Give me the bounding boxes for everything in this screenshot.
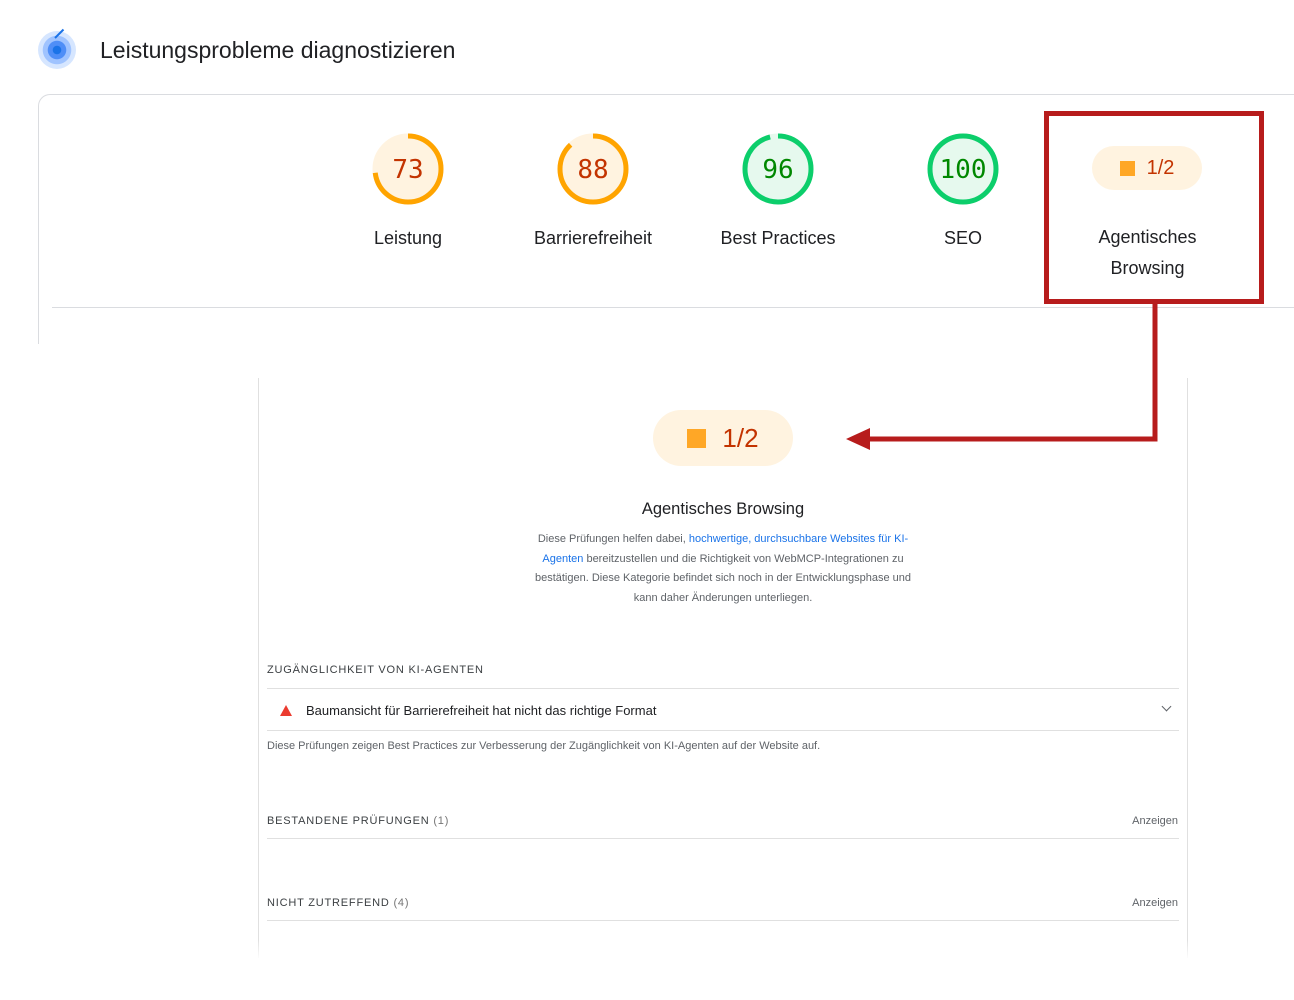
divider <box>267 838 1179 839</box>
gauge-1[interactable]: 88 Barrierefreiheit <box>518 130 668 249</box>
show-passed-button[interactable]: Anzeigen <box>1132 815 1178 827</box>
divider <box>267 688 1179 689</box>
passed-audits-heading[interactable]: BESTANDENE PRÜFUNGEN (1) <box>267 815 449 827</box>
gauge-ring: 73 <box>372 133 444 205</box>
gauge-score: 73 <box>392 155 423 185</box>
gauge-ring: 96 <box>742 133 814 205</box>
panel-description: Diese Prüfungen helfen dabei, hochwertig… <box>523 530 923 608</box>
gauge-3[interactable]: 100 SEO <box>888 130 1038 249</box>
gauge-ring: 100 <box>927 133 999 205</box>
divider <box>267 730 1179 731</box>
passed-count: (1) <box>433 815 450 827</box>
card-divider <box>52 307 1294 308</box>
gauge-2[interactable]: 96 Best Practices <box>703 130 853 249</box>
audit-group-description: Diese Prüfungen zeigen Best Practices zu… <box>267 740 821 752</box>
divider <box>267 920 1179 921</box>
gauge-ring: 88 <box>557 133 629 205</box>
desc-text-rest: bereitzustellen und die Richtigkeit von … <box>534 552 912 604</box>
gauge-score: 88 <box>577 155 608 185</box>
not-applicable-heading[interactable]: NICHT ZUTREFFEND (4) <box>267 897 409 909</box>
gauge-label: Barrierefreiheit <box>533 228 653 248</box>
desc-text: Diese Prüfungen helfen dabei, <box>537 533 689 545</box>
highlight-box <box>1044 111 1264 304</box>
audit-title: Baumansicht für Barrierefreiheit hat nic… <box>306 702 657 718</box>
gauge-label: Best Practices <box>720 228 836 248</box>
gauge-score: 100 <box>940 155 987 185</box>
gauge-label: SEO <box>943 228 982 248</box>
chevron-down-icon[interactable] <box>1161 701 1172 712</box>
gauge-0[interactable]: 73 Leistung <box>333 130 483 249</box>
na-label: NICHT ZUTREFFEND <box>267 897 390 909</box>
fail-triangle-icon <box>280 704 292 716</box>
panel-score-pill: 1/2 <box>653 410 793 466</box>
passed-label: BESTANDENE PRÜFUNGEN <box>267 815 430 827</box>
show-not-applicable-button[interactable]: Anzeigen <box>1132 897 1178 909</box>
panel-title: Agentisches Browsing <box>641 500 805 518</box>
gauge-label: Leistung <box>373 228 443 248</box>
gauge-score: 96 <box>762 155 793 185</box>
na-count: (4) <box>393 897 410 909</box>
audit-row-failed[interactable]: Baumansicht für Barrierefreiheit hat nic… <box>267 690 1179 730</box>
lighthouse-icon <box>38 31 76 69</box>
bottom-fade <box>230 940 1210 960</box>
page-title: Leistungsprobleme diagnostizieren <box>100 36 456 63</box>
page-header: Leistungsprobleme diagnostizieren <box>38 30 455 70</box>
panel-score: 1/2 <box>722 422 759 453</box>
square-icon <box>687 428 707 448</box>
section-heading-ki-agents: ZUGÄNGLICHKEIT VON KI-AGENTEN <box>267 664 484 676</box>
